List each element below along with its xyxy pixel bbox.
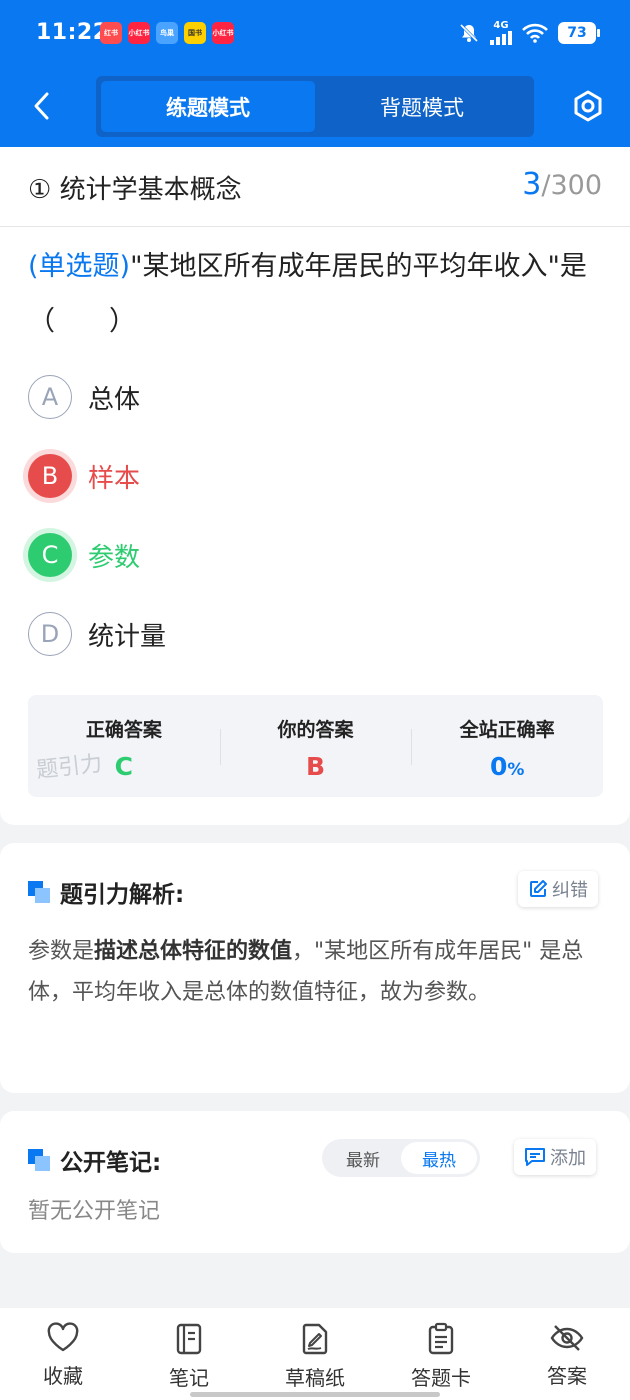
nav-show-answer[interactable]: 答案: [504, 1308, 630, 1400]
option-label: 参数: [88, 542, 141, 573]
notebook-icon: [176, 1323, 202, 1355]
eye-off-icon: [550, 1325, 584, 1351]
app-notification-icon: 鸟巢: [156, 22, 178, 44]
accuracy-label: 全站正确率: [459, 719, 555, 741]
question-card: ① 统计学基本概念 3/300 (单选题)"某地区所有成年居民的平均年收入"是（…: [0, 147, 630, 825]
section-squares-icon: [28, 881, 50, 903]
report-error-label: 纠错: [552, 880, 588, 901]
nav-draft-paper-label: 草稿纸: [285, 1366, 345, 1390]
status-right: 4G 73: [458, 20, 600, 45]
current-question-number: 3: [522, 167, 542, 202]
network-type: 4G: [493, 20, 509, 31]
mute-bell-icon: [459, 23, 479, 42]
nav-answer-card-label: 答题卡: [411, 1366, 471, 1390]
option-letter: C: [28, 533, 72, 577]
option-c[interactable]: C 参数: [28, 531, 140, 579]
app-notification-icon: 红书: [100, 22, 122, 44]
top-header: 11:22 红书 小红书 鸟巢 国书 小红书 4G 73 练题模式 背题模式: [0, 0, 630, 147]
accuracy-number: 0: [489, 752, 508, 781]
accuracy-col: 全站正确率 0%: [411, 695, 603, 797]
option-label: 总体: [88, 384, 141, 415]
option-letter: B: [28, 454, 72, 498]
bottom-nav: 收藏 笔记 草稿纸 答题卡 答案: [0, 1308, 630, 1400]
nav-show-answer-label: 答案: [547, 1364, 587, 1388]
nav-notes-label: 笔记: [169, 1366, 209, 1390]
option-a[interactable]: A 总体: [28, 373, 140, 421]
nav-draft-paper[interactable]: 草稿纸: [252, 1308, 378, 1400]
question-type: (单选题): [28, 251, 131, 282]
your-answer-col: 你的答案 B: [219, 695, 412, 797]
notes-sort-toggle: 最新 最热: [322, 1139, 480, 1177]
battery-indicator: 73: [558, 21, 600, 44]
tab-practice-mode[interactable]: 练题模式: [101, 81, 315, 132]
empty-notes-text: 暂无公开笔记: [28, 1199, 161, 1224]
notes-title-text: 公开笔记:: [60, 1150, 162, 1176]
hexagon-settings-icon: [574, 90, 602, 122]
section-squares-icon: [28, 1149, 50, 1171]
back-button[interactable]: [22, 84, 62, 128]
analysis-title: 题引力解析:: [28, 875, 184, 909]
edit-icon: [530, 880, 547, 897]
accuracy-unit: %: [507, 760, 525, 780]
accuracy-value: 0%: [411, 752, 603, 781]
status-time: 11:22: [36, 20, 109, 45]
question-stem: (单选题)"某地区所有成年居民的平均年收入"是（ ）: [28, 239, 613, 349]
heart-icon: [47, 1322, 79, 1352]
comment-icon: [525, 1148, 545, 1166]
analysis-text-bold: 描述总体特征的数值: [94, 939, 293, 964]
answer-card-icon: [428, 1322, 454, 1355]
your-answer-value: B: [305, 752, 326, 781]
option-label: 统计量: [88, 621, 167, 652]
signal-icon: [490, 31, 512, 45]
mode-tabs: 练题模式 背题模式: [96, 76, 534, 137]
status-bar: 11:22 红书 小红书 鸟巢 国书 小红书 4G 73: [0, 0, 630, 68]
app-notification-icon: 小红书: [212, 22, 234, 44]
sort-latest[interactable]: 最新: [325, 1142, 401, 1174]
chapter-title: ① 统计学基本概念: [28, 175, 242, 205]
add-note-button[interactable]: 添加: [514, 1139, 596, 1175]
notification-icons: 红书 小红书 鸟巢 国书 小红书: [100, 22, 234, 44]
option-label: 样本: [88, 463, 141, 494]
tab-review-mode[interactable]: 背题模式: [315, 81, 529, 132]
nav-notes[interactable]: 笔记: [126, 1308, 252, 1400]
answer-summary: 正确答案 C 题引力 你的答案 B 全站正确率 0%: [28, 695, 603, 797]
wifi-icon: [522, 23, 548, 43]
app-notification-icon: 小红书: [128, 22, 150, 44]
question-progress: 3/300: [522, 167, 602, 202]
correct-answer-label: 正确答案: [85, 719, 162, 741]
analysis-card: 题引力解析: 纠错 参数是描述总体特征的数值，"某地区所有成年居民" 是总体，平…: [0, 843, 630, 1093]
draft-paper-icon: [302, 1323, 328, 1355]
public-notes-card: 公开笔记: 最新 最热 添加 暂无公开笔记: [0, 1111, 630, 1253]
watermark: 题引力: [35, 751, 104, 784]
add-note-label: 添加: [550, 1148, 586, 1169]
option-b[interactable]: B 样本: [28, 452, 140, 500]
app-notification-icon: 国书: [184, 22, 206, 44]
nav-favorite-label: 收藏: [43, 1364, 83, 1388]
report-error-button[interactable]: 纠错: [518, 871, 598, 907]
nav-answer-card[interactable]: 答题卡: [378, 1308, 504, 1400]
total-questions: /300: [541, 170, 602, 201]
correct-answer-col: 正确答案 C 题引力: [28, 695, 220, 797]
signal-group: 4G: [490, 20, 512, 45]
notes-title: 公开笔记:: [28, 1143, 161, 1177]
chapter-row: ① 统计学基本概念 3/300: [0, 147, 630, 227]
sort-hottest[interactable]: 最热: [401, 1142, 477, 1174]
your-answer-label: 你的答案: [277, 719, 354, 741]
home-indicator[interactable]: [190, 1392, 440, 1397]
analysis-text: 参数是描述总体特征的数值，"某地区所有成年居民" 是总体，平均年收入是总体的数值…: [28, 931, 608, 1013]
analysis-title-text: 题引力解析:: [60, 882, 185, 908]
nav-favorite[interactable]: 收藏: [0, 1308, 126, 1400]
option-letter: D: [28, 612, 72, 656]
analysis-text-prefix: 参数是: [28, 939, 95, 964]
chevron-left-icon: [34, 92, 49, 120]
settings-button[interactable]: [568, 86, 608, 126]
option-letter: A: [28, 375, 72, 419]
option-d[interactable]: D 统计量: [28, 610, 166, 658]
